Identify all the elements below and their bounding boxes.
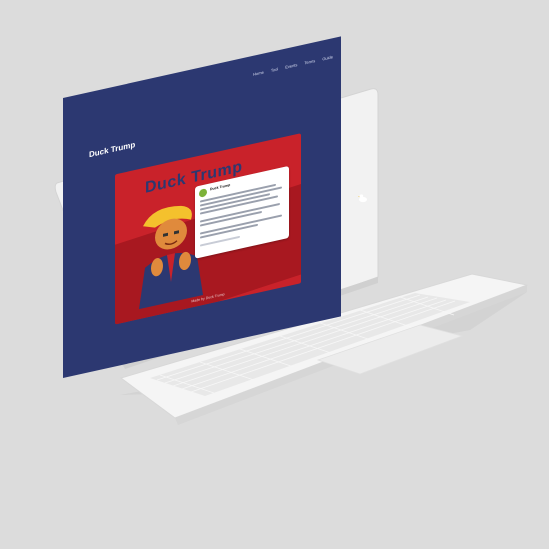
tweet-author: Duck Trump <box>210 182 231 192</box>
nav-link-home[interactable]: Home <box>253 69 264 76</box>
duck-icon[interactable] <box>358 193 368 203</box>
nav-link-events[interactable]: Events <box>285 62 297 70</box>
nav-link-guide[interactable]: Guide <box>322 54 333 61</box>
site-navigation: Home Tool Events Terms Guide <box>253 54 333 77</box>
nav-link-tool[interactable]: Tool <box>271 66 278 73</box>
nav-link-terms[interactable]: Terms <box>304 58 315 65</box>
duck-avatar-icon <box>199 188 207 198</box>
hero-banner: Duck Trump Duck Trump Made by Duck Trump <box>115 133 301 325</box>
tweet-meta-line <box>200 235 240 247</box>
site-title[interactable]: Duck Trump <box>89 140 135 159</box>
